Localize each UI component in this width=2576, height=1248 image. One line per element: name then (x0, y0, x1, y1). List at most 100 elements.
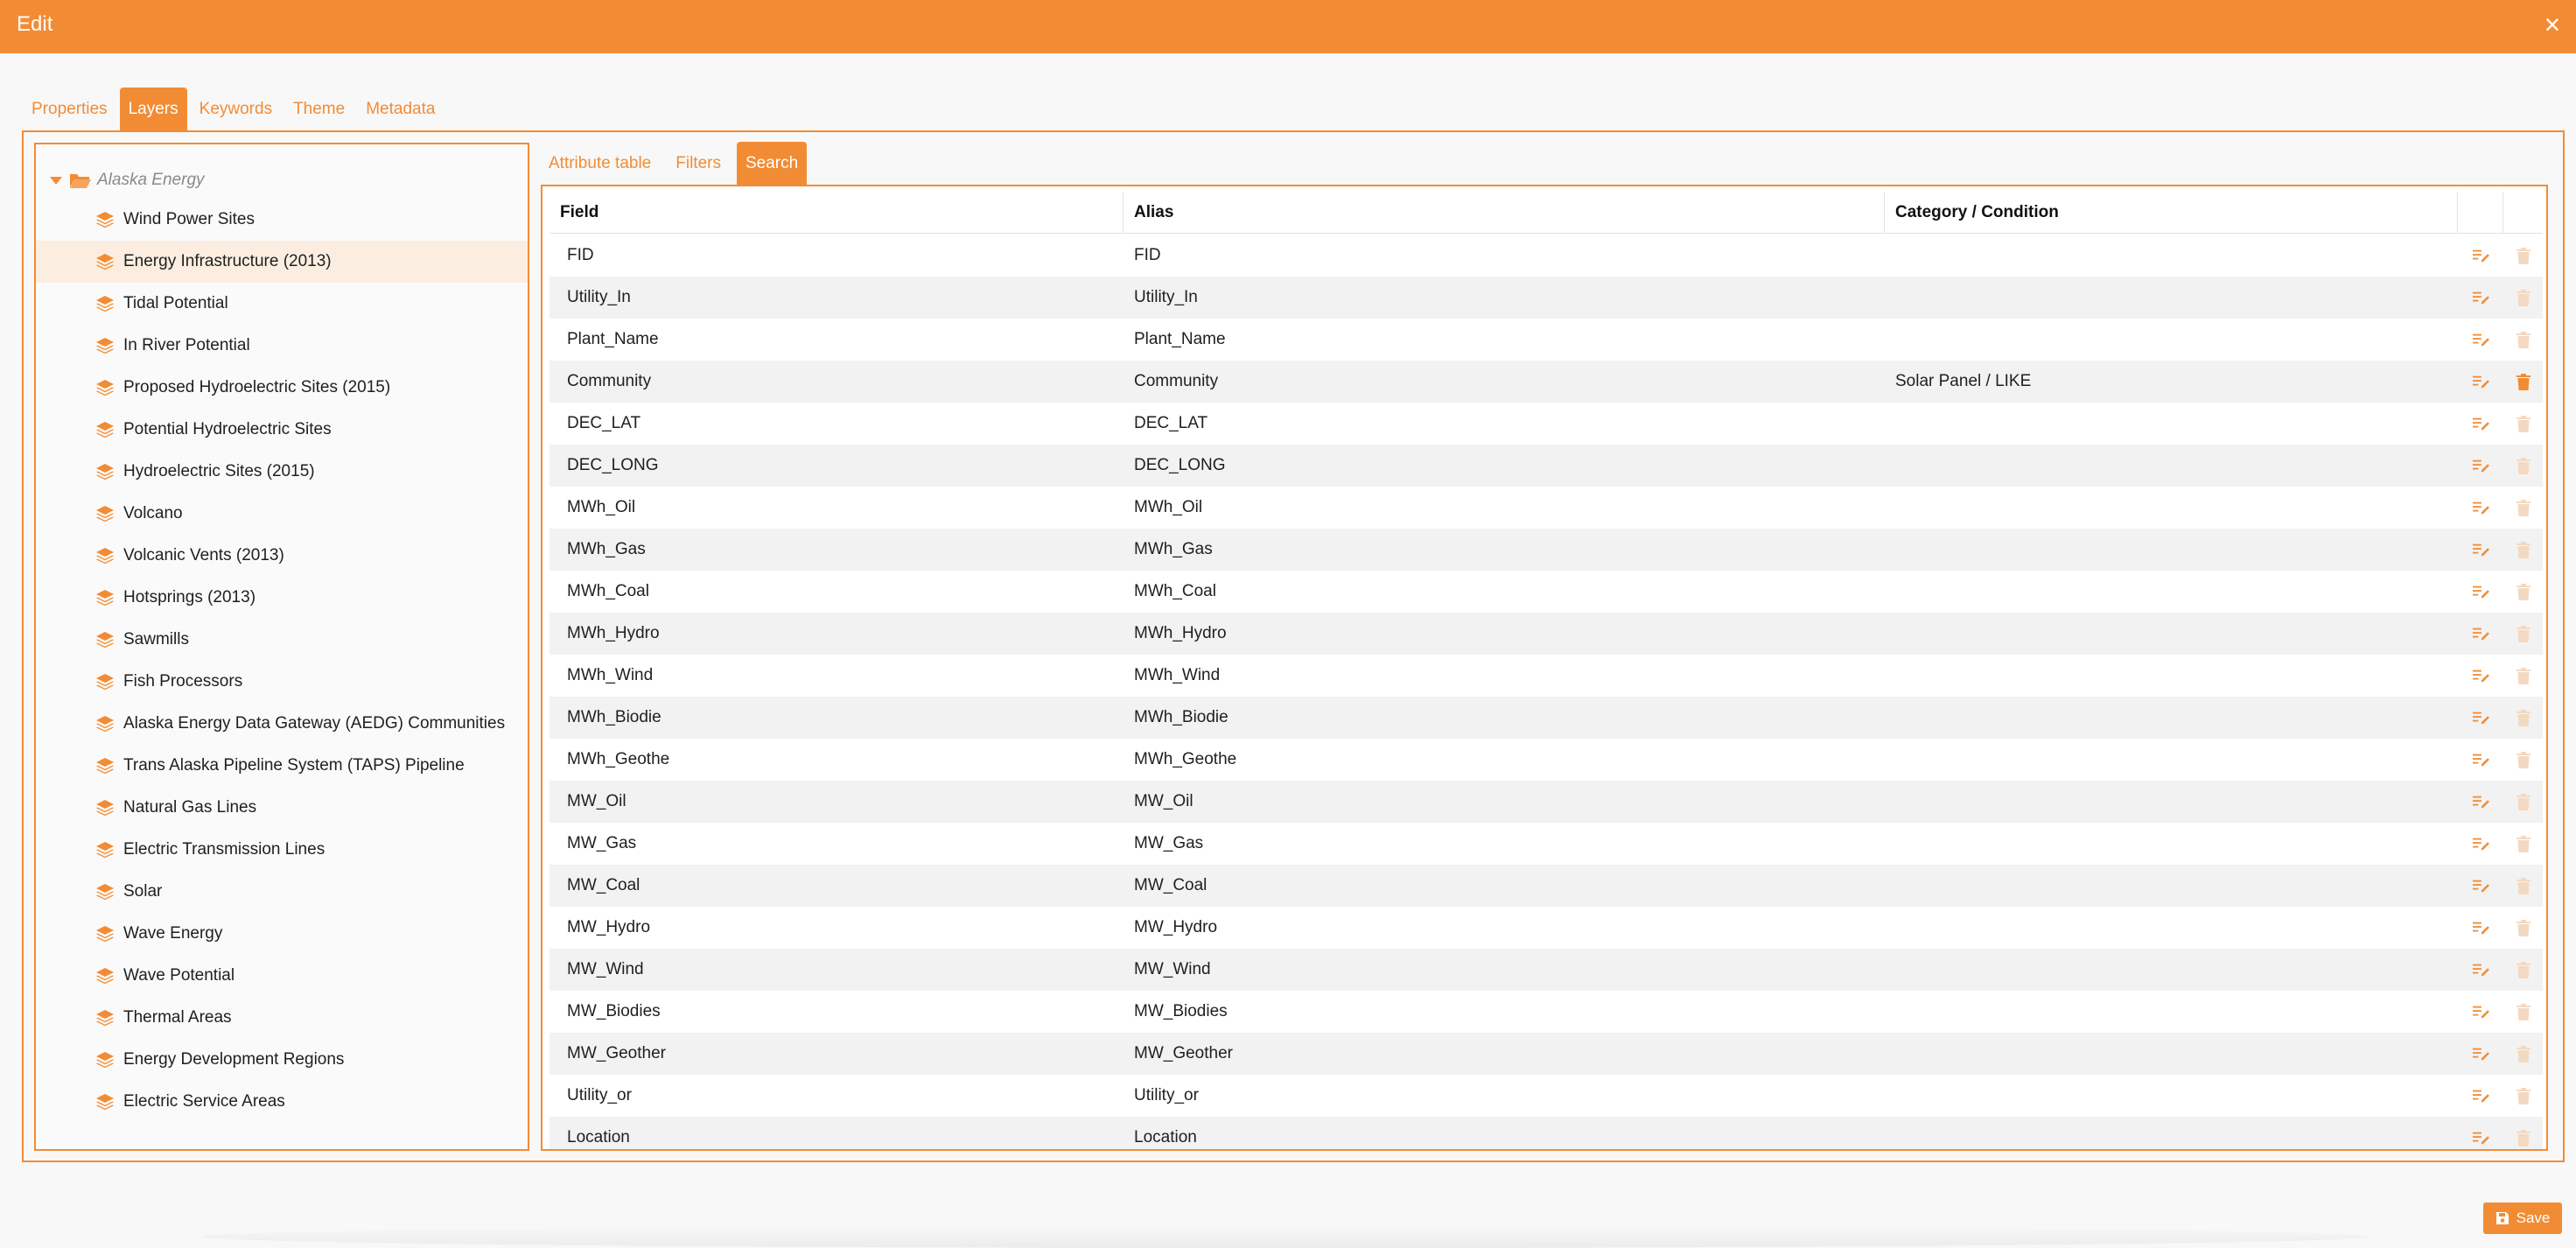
tree-item-wave-energy[interactable]: Wave Energy (36, 913, 528, 955)
tab-properties[interactable]: Properties (23, 88, 116, 131)
tab-theme[interactable]: Theme (284, 88, 354, 131)
tree-item-wind-power-sites[interactable]: Wind Power Sites (36, 199, 528, 241)
tree-item-tidal-potential[interactable]: Tidal Potential (36, 283, 528, 325)
tree-item-label: Fish Processors (123, 672, 243, 691)
trash-icon (2516, 709, 2530, 726)
tree-item-label: Potential Hydroelectric Sites (123, 420, 332, 438)
delete-button[interactable] (2503, 499, 2543, 516)
cell-alias: MWh_Coal (1134, 582, 1216, 600)
tree-item-label: In River Potential (123, 336, 250, 354)
delete-button[interactable] (2503, 835, 2543, 852)
delete-button[interactable] (2503, 457, 2543, 474)
delete-button[interactable] (2503, 1003, 2543, 1020)
tree-item-volcanic-vents-2013[interactable]: Volcanic Vents (2013) (36, 535, 528, 577)
tab-keywords[interactable]: Keywords (191, 88, 281, 131)
layers-icon (96, 254, 114, 270)
tree-item-hotsprings-2013[interactable]: Hotsprings (2013) (36, 577, 528, 619)
delete-button[interactable] (2503, 541, 2543, 558)
tree-item-trans-alaska-pipeline-system-taps-pipeline[interactable]: Trans Alaska Pipeline System (TAPS) Pipe… (36, 745, 528, 787)
delete-button[interactable] (2503, 247, 2543, 264)
tab-metadata[interactable]: Metadata (357, 88, 444, 131)
caret-down-icon[interactable] (50, 176, 62, 185)
cell-field: Community (567, 372, 652, 390)
delete-button[interactable] (2503, 373, 2543, 390)
delete-button[interactable] (2503, 625, 2543, 642)
edit-button[interactable] (2458, 794, 2503, 810)
tree-item-wave-potential[interactable]: Wave Potential (36, 955, 528, 997)
top-tab-bar: Properties Layers Keywords Theme Metadata (23, 88, 447, 131)
close-icon[interactable]: × (2539, 11, 2566, 39)
edit-button[interactable] (2458, 920, 2503, 936)
edit-button[interactable] (2458, 290, 2503, 305)
delete-button[interactable] (2503, 1087, 2543, 1104)
save-button[interactable]: Save (2483, 1202, 2562, 1234)
edit-button[interactable] (2458, 332, 2503, 347)
edit-button[interactable] (2458, 584, 2503, 599)
delete-button[interactable] (2503, 877, 2543, 894)
edit-button[interactable] (2458, 962, 2503, 978)
edit-button[interactable] (2458, 542, 2503, 557)
edit-list-icon (2473, 501, 2489, 515)
delete-button[interactable] (2503, 583, 2543, 600)
edit-button[interactable] (2458, 1088, 2503, 1104)
tree-root-alaska-energy[interactable]: Alaska Energy (50, 165, 205, 195)
delete-button[interactable] (2503, 961, 2543, 978)
edit-button[interactable] (2458, 1046, 2503, 1062)
layers-icon (96, 338, 114, 354)
layers-icon (96, 212, 114, 228)
tree-item-thermal-areas[interactable]: Thermal Areas (36, 997, 528, 1039)
trash-icon (2516, 541, 2530, 558)
edit-button[interactable] (2458, 248, 2503, 263)
edit-button[interactable] (2458, 668, 2503, 684)
edit-button[interactable] (2458, 836, 2503, 852)
tree-item-potential-hydroelectric-sites[interactable]: Potential Hydroelectric Sites (36, 409, 528, 451)
delete-button[interactable] (2503, 793, 2543, 810)
delete-button[interactable] (2503, 709, 2543, 726)
tree-item-natural-gas-lines[interactable]: Natural Gas Lines (36, 787, 528, 829)
edit-button[interactable] (2458, 1004, 2503, 1020)
tree-item-hydroelectric-sites-2015[interactable]: Hydroelectric Sites (2015) (36, 451, 528, 493)
edit-button[interactable] (2458, 374, 2503, 389)
edit-button[interactable] (2458, 416, 2503, 431)
edit-button[interactable] (2458, 626, 2503, 642)
edit-list-icon (2473, 375, 2489, 389)
tree-item-volcano[interactable]: Volcano (36, 493, 528, 535)
subtab-filters[interactable]: Filters (667, 142, 730, 186)
table-row: Utility_In Utility_In (550, 277, 2543, 319)
edit-button[interactable] (2458, 1130, 2503, 1146)
cell-field: MW_Gas (567, 834, 637, 852)
tree-item-energy-development-regions[interactable]: Energy Development Regions (36, 1039, 528, 1081)
dialog-title: Edit (17, 12, 53, 36)
subtab-attribute-table[interactable]: Attribute table (540, 142, 660, 186)
tree-item-electric-transmission-lines[interactable]: Electric Transmission Lines (36, 829, 528, 871)
tree-item-fish-processors[interactable]: Fish Processors (36, 661, 528, 703)
tree-item-electric-service-areas[interactable]: Electric Service Areas (36, 1081, 528, 1123)
delete-button[interactable] (2503, 667, 2543, 684)
table-row: MW_Biodies MW_Biodies (550, 991, 2543, 1033)
edit-list-icon (2473, 1090, 2489, 1103)
delete-button[interactable] (2503, 751, 2543, 768)
delete-button[interactable] (2503, 415, 2543, 432)
tree-item-proposed-hydroelectric-sites-2015[interactable]: Proposed Hydroelectric Sites (2015) (36, 367, 528, 409)
delete-button[interactable] (2503, 1129, 2543, 1146)
edit-button[interactable] (2458, 752, 2503, 768)
cell-alias: MWh_Geothe (1134, 750, 1237, 768)
tree-item-in-river-potential[interactable]: In River Potential (36, 325, 528, 367)
table-row: MWh_Biodie MWh_Biodie (550, 697, 2543, 739)
edit-list-icon (2473, 838, 2489, 851)
edit-button[interactable] (2458, 458, 2503, 473)
tree-item-energy-infrastructure-2013[interactable]: Energy Infrastructure (2013) (36, 241, 528, 283)
tree-item-alaska-energy-data-gateway-aedg-communities[interactable]: Alaska Energy Data Gateway (AEDG) Commun… (36, 703, 528, 745)
delete-button[interactable] (2503, 331, 2543, 348)
edit-button[interactable] (2458, 500, 2503, 515)
tab-layers[interactable]: Layers (119, 88, 187, 131)
delete-button[interactable] (2503, 1045, 2543, 1062)
subtab-search[interactable]: Search (736, 142, 808, 186)
delete-button[interactable] (2503, 289, 2543, 306)
delete-button[interactable] (2503, 919, 2543, 936)
tree-item-solar[interactable]: Solar (36, 871, 528, 913)
edit-button[interactable] (2458, 878, 2503, 894)
tree-item-sawmills[interactable]: Sawmills (36, 619, 528, 661)
edit-button[interactable] (2458, 710, 2503, 726)
layers-icon (96, 968, 114, 985)
